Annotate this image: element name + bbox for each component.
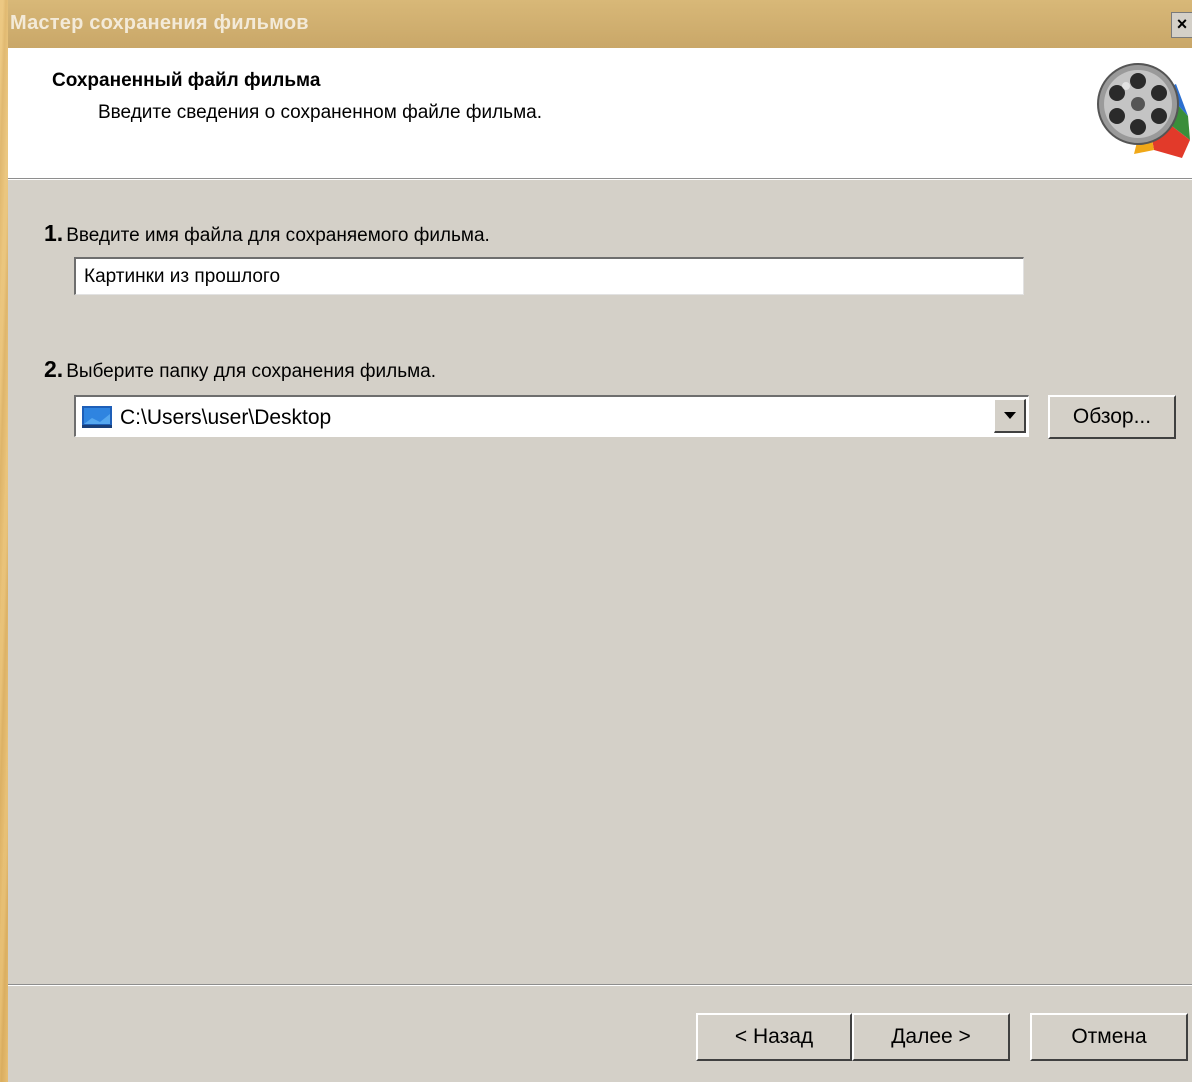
cancel-button[interactable]: Отмена <box>1030 1013 1188 1061</box>
header-divider <box>8 178 1192 180</box>
desktop-folder-icon <box>82 406 112 428</box>
step2-label: 2. Выберите папку для сохранения фильма. <box>44 356 436 383</box>
title-bar[interactable]: Мастер сохранения фильмов × <box>8 0 1192 49</box>
movie-filename-input[interactable] <box>74 257 1024 295</box>
chevron-down-icon <box>1004 412 1016 419</box>
save-folder-dropdown[interactable]: C:\Users\user\Desktop <box>74 395 1029 437</box>
footer-divider <box>8 984 1192 986</box>
step2-number: 2. <box>44 356 64 382</box>
close-button[interactable]: × <box>1171 12 1192 38</box>
page-title: Сохраненный файл фильма <box>52 70 321 91</box>
film-reel-icon <box>1097 63 1190 158</box>
step2-text: Выберите папку для сохранения фильма. <box>66 361 437 382</box>
browse-button[interactable]: Обзор... <box>1048 395 1176 439</box>
step1-number: 1. <box>44 220 64 246</box>
dropdown-arrow-button[interactable] <box>994 399 1026 433</box>
selected-folder-path: C:\Users\user\Desktop <box>120 406 332 429</box>
step1-text: Введите имя файла для сохраняемого фильм… <box>66 225 490 246</box>
next-button[interactable]: Далее > <box>852 1013 1010 1061</box>
window-title: Мастер сохранения фильмов <box>10 12 309 34</box>
page-subtitle: Введите сведения о сохраненном файле фил… <box>98 102 542 123</box>
wizard-header: Сохраненный файл фильма Введите сведения… <box>8 48 1192 178</box>
close-icon: × <box>1176 14 1188 34</box>
step1-label: 1. Введите имя файла для сохраняемого фил… <box>44 220 490 247</box>
back-button[interactable]: < Назад <box>696 1013 852 1061</box>
save-movie-wizard-dialog: Мастер сохранения фильмов × Сохраненный … <box>8 0 1192 1082</box>
